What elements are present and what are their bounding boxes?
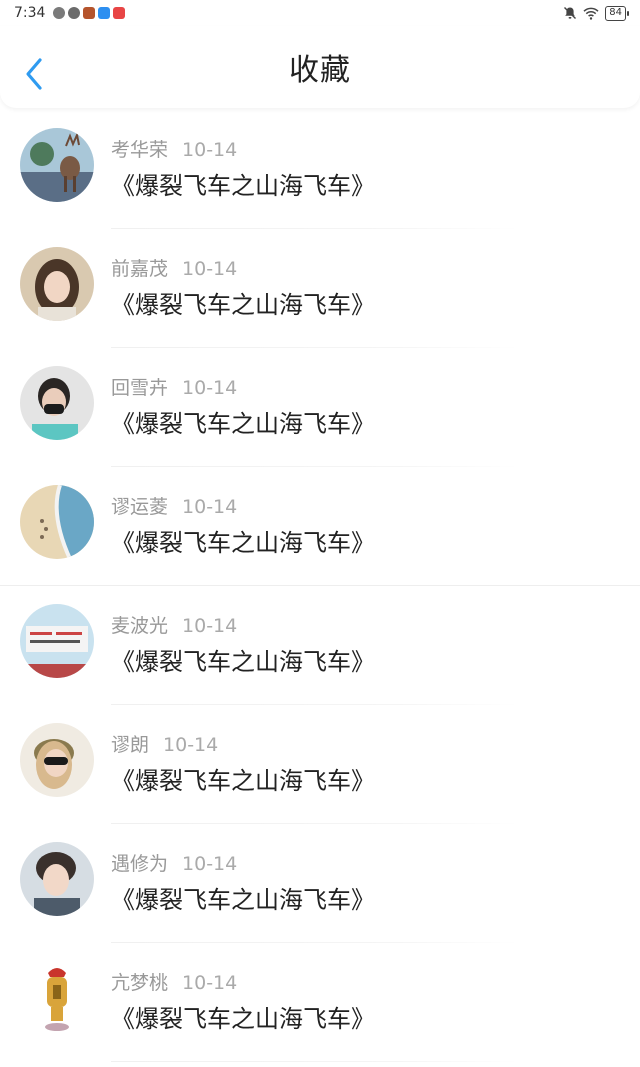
favorite-item[interactable]: 谬朗 10-14 《爆裂飞车之山海飞车》 (0, 705, 640, 824)
favorite-date: 10-14 (182, 139, 238, 161)
favorite-item[interactable]: 亢梦桃 10-14 《爆裂飞车之山海飞车》 (0, 943, 640, 1062)
game-title: 《爆裂飞车之山海飞车》 (111, 172, 375, 200)
status-bar: 7:34 84 (0, 0, 640, 26)
chevron-left-icon (26, 58, 42, 90)
avatar (20, 247, 94, 321)
favorite-meta: 遇修为 10-14 (111, 849, 237, 876)
wifi-icon (583, 7, 599, 20)
cloud-app-icon (98, 7, 111, 19)
page-title: 收藏 (289, 53, 351, 88)
favorite-date: 10-14 (163, 734, 219, 756)
user-name: 谬朗 (111, 734, 150, 756)
user-name: 麦波光 (111, 615, 169, 637)
game-title: 《爆裂飞车之山海飞车》 (111, 886, 375, 914)
favorites-list: 考华荣 10-14 《爆裂飞车之山海飞车》 前嘉茂 10-14 《爆裂飞车之山海飞车… (0, 110, 640, 1062)
browser-icon (68, 7, 81, 19)
favorite-date: 10-14 (182, 377, 238, 399)
favorite-item[interactable]: 前嘉茂 10-14 《爆裂飞车之山海飞车》 (0, 229, 640, 348)
red-app-icon (113, 7, 126, 19)
status-time: 7:34 (14, 5, 46, 21)
user-name: 谬运菱 (111, 496, 169, 518)
avatar (20, 723, 94, 797)
favorite-meta: 麦波光 10-14 (111, 611, 237, 638)
favorite-meta: 谬运菱 10-14 (111, 492, 237, 519)
divider (111, 1061, 520, 1062)
game-title: 《爆裂飞车之山海飞车》 (111, 291, 375, 319)
game-app-icon (83, 7, 96, 19)
favorite-date: 10-14 (182, 258, 238, 280)
avatar (20, 485, 94, 559)
user-name: 前嘉茂 (111, 258, 169, 280)
favorite-item[interactable]: 回雪卉 10-14 《爆裂飞车之山海飞车》 (0, 348, 640, 467)
back-button[interactable] (20, 56, 48, 92)
avatar (20, 366, 94, 440)
favorite-date: 10-14 (182, 972, 238, 994)
game-title: 《爆裂飞车之山海飞车》 (111, 410, 375, 438)
avatar (20, 961, 94, 1035)
favorite-meta: 回雪卉 10-14 (111, 373, 237, 400)
favorite-date: 10-14 (182, 615, 238, 637)
favorite-item[interactable]: 遇修为 10-14 《爆裂飞车之山海飞车》 (0, 824, 640, 943)
favorite-meta: 前嘉茂 10-14 (111, 254, 237, 281)
user-name: 回雪卉 (111, 377, 169, 399)
game-title: 《爆裂飞车之山海飞车》 (111, 1005, 375, 1033)
avatar (20, 128, 94, 202)
avatar (20, 604, 94, 678)
favorite-meta: 谬朗 10-14 (111, 730, 218, 757)
top-nav-bar: 收藏 (0, 26, 640, 108)
game-title: 《爆裂飞车之山海飞车》 (111, 529, 375, 557)
game-title: 《爆裂飞车之山海飞车》 (111, 648, 375, 676)
wechat-icon (53, 7, 66, 19)
game-title: 《爆裂飞车之山海飞车》 (111, 767, 375, 795)
favorite-item[interactable]: 谬运菱 10-14 《爆裂飞车之山海飞车》 (0, 467, 640, 586)
favorite-item[interactable]: 考华荣 10-14 《爆裂飞车之山海飞车》 (0, 110, 640, 229)
favorite-date: 10-14 (182, 853, 238, 875)
user-name: 亢梦桃 (111, 972, 169, 994)
avatar (20, 842, 94, 916)
favorite-meta: 亢梦桃 10-14 (111, 968, 237, 995)
favorite-meta: 考华荣 10-14 (111, 135, 237, 162)
user-name: 考华荣 (111, 139, 169, 161)
favorite-date: 10-14 (182, 496, 238, 518)
user-name: 遇修为 (111, 853, 169, 875)
favorite-item[interactable]: 麦波光 10-14 《爆裂飞车之山海飞车》 (0, 586, 640, 705)
battery-level: 84 (605, 5, 629, 21)
mute-bell-icon (564, 7, 577, 19)
